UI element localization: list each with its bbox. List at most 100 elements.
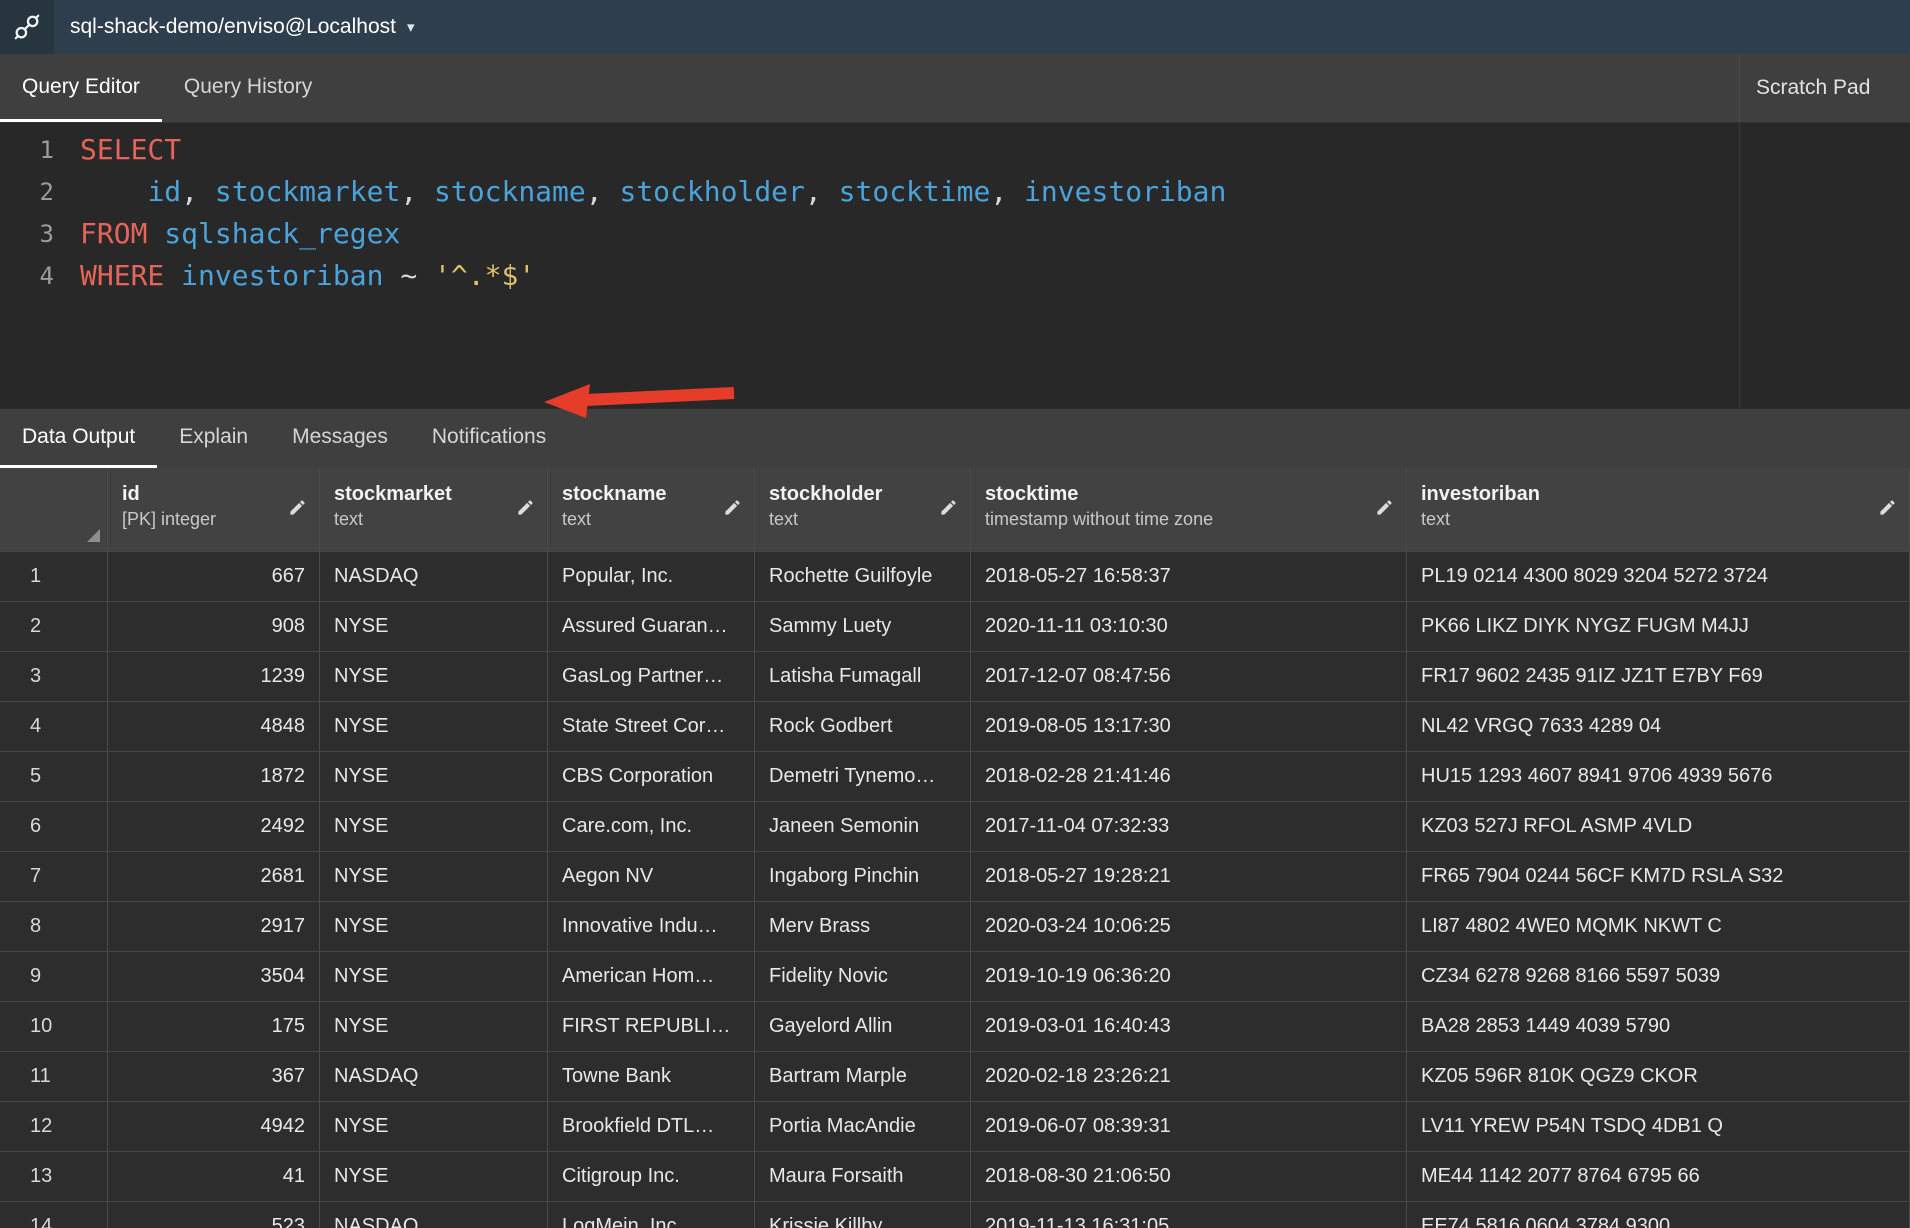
edit-pencil-icon[interactable]: [1878, 498, 1897, 522]
tab-query-editor[interactable]: Query Editor: [0, 54, 162, 122]
data-cell[interactable]: PL19 0214 4300 8029 3204 5272 3724: [1407, 552, 1910, 602]
select-all-corner[interactable]: [0, 468, 108, 552]
code-line[interactable]: id, stockmarket, stockname, stockholder,…: [80, 171, 1226, 213]
data-cell[interactable]: Ingaborg Pinchin: [755, 852, 971, 902]
data-cell[interactable]: CZ34 6278 9268 8166 5597 5039: [1407, 952, 1910, 1002]
row-number-cell[interactable]: 13: [0, 1152, 108, 1202]
tab-data-output[interactable]: Data Output: [0, 409, 157, 468]
data-cell[interactable]: Merv Brass: [755, 902, 971, 952]
tab-query-history[interactable]: Query History: [162, 54, 334, 122]
edit-pencil-icon[interactable]: [939, 498, 958, 522]
data-cell[interactable]: 2018-02-28 21:41:46: [971, 752, 1407, 802]
data-cell[interactable]: 2681: [108, 852, 320, 902]
data-cell[interactable]: KZ05 596R 810K QGZ9 CKOR: [1407, 1052, 1910, 1102]
column-header-stockname[interactable]: stocknametext: [548, 468, 755, 552]
data-cell[interactable]: 523: [108, 1202, 320, 1228]
data-cell[interactable]: PK66 LIKZ DIYK NYGZ FUGM M4JJ: [1407, 602, 1910, 652]
data-cell[interactable]: Latisha Fumagall: [755, 652, 971, 702]
data-cell[interactable]: State Street Cor…: [548, 702, 755, 752]
data-cell[interactable]: 2020-11-11 03:10:30: [971, 602, 1407, 652]
data-cell[interactable]: 2018-05-27 19:28:21: [971, 852, 1407, 902]
data-cell[interactable]: 2019-06-07 08:39:31: [971, 1102, 1407, 1152]
data-cell[interactable]: EE74 5816 0604 3784 9300: [1407, 1202, 1910, 1228]
data-cell[interactable]: 908: [108, 602, 320, 652]
data-cell[interactable]: 2017-12-07 08:47:56: [971, 652, 1407, 702]
row-number-cell[interactable]: 1: [0, 552, 108, 602]
data-cell[interactable]: 2917: [108, 902, 320, 952]
data-cell[interactable]: 2020-02-18 23:26:21: [971, 1052, 1407, 1102]
data-cell[interactable]: 4848: [108, 702, 320, 752]
data-cell[interactable]: HU15 1293 4607 8941 9706 4939 5676: [1407, 752, 1910, 802]
data-cell[interactable]: NYSE: [320, 852, 548, 902]
column-header-stockholder[interactable]: stockholdertext: [755, 468, 971, 552]
data-cell[interactable]: LV11 YREW P54N TSDQ 4DB1 Q: [1407, 1102, 1910, 1152]
data-cell[interactable]: 2017-11-04 07:32:33: [971, 802, 1407, 852]
row-number-cell[interactable]: 10: [0, 1002, 108, 1052]
data-cell[interactable]: 2019-08-05 13:17:30: [971, 702, 1407, 752]
data-cell[interactable]: 4942: [108, 1102, 320, 1152]
column-header-id[interactable]: id[PK] integer: [108, 468, 320, 552]
row-number-cell[interactable]: 5: [0, 752, 108, 802]
edit-pencil-icon[interactable]: [288, 498, 307, 522]
edit-pencil-icon[interactable]: [723, 498, 742, 522]
data-cell[interactable]: NASDAQ: [320, 552, 548, 602]
code-line[interactable]: WHERE investoriban ~ '^.*$': [80, 255, 1226, 297]
data-cell[interactable]: NYSE: [320, 1152, 548, 1202]
data-cell[interactable]: 175: [108, 1002, 320, 1052]
data-cell[interactable]: NYSE: [320, 602, 548, 652]
data-cell[interactable]: NYSE: [320, 802, 548, 852]
row-number-cell[interactable]: 14: [0, 1202, 108, 1228]
data-cell[interactable]: CBS Corporation: [548, 752, 755, 802]
connection-selector[interactable]: sql-shack-demo/enviso@Localhost ▾: [70, 15, 415, 39]
data-cell[interactable]: 2019-10-19 06:36:20: [971, 952, 1407, 1002]
column-header-stockmarket[interactable]: stockmarkettext: [320, 468, 548, 552]
data-cell[interactable]: 1872: [108, 752, 320, 802]
data-cell[interactable]: NASDAQ: [320, 1052, 548, 1102]
data-cell[interactable]: ME44 1142 2077 8764 6795 66: [1407, 1152, 1910, 1202]
data-cell[interactable]: Rochette Guilfoyle: [755, 552, 971, 602]
data-cell[interactable]: NYSE: [320, 952, 548, 1002]
data-cell[interactable]: 2019-03-01 16:40:43: [971, 1002, 1407, 1052]
data-cell[interactable]: Citigroup Inc.: [548, 1152, 755, 1202]
row-number-cell[interactable]: 12: [0, 1102, 108, 1152]
data-cell[interactable]: Aegon NV: [548, 852, 755, 902]
row-number-cell[interactable]: 7: [0, 852, 108, 902]
data-cell[interactable]: NYSE: [320, 652, 548, 702]
data-cell[interactable]: LogMein, Inc.: [548, 1202, 755, 1228]
editor-code[interactable]: SELECT id, stockmarket, stockname, stock…: [80, 123, 1226, 408]
row-number-cell[interactable]: 6: [0, 802, 108, 852]
data-cell[interactable]: 2019-11-13 16:31:05: [971, 1202, 1407, 1228]
data-cell[interactable]: Janeen Semonin: [755, 802, 971, 852]
row-number-cell[interactable]: 11: [0, 1052, 108, 1102]
row-number-cell[interactable]: 8: [0, 902, 108, 952]
column-header-investoriban[interactable]: investoribantext: [1407, 468, 1910, 552]
code-line[interactable]: SELECT: [80, 129, 1226, 171]
data-cell[interactable]: BA28 2853 1449 4039 5790: [1407, 1002, 1910, 1052]
data-cell[interactable]: 667: [108, 552, 320, 602]
data-cell[interactable]: NYSE: [320, 1002, 548, 1052]
row-number-cell[interactable]: 4: [0, 702, 108, 752]
data-cell[interactable]: Portia MacAndie: [755, 1102, 971, 1152]
data-cell[interactable]: FR65 7904 0244 56CF KM7D RSLA S32: [1407, 852, 1910, 902]
data-cell[interactable]: LI87 4802 4WE0 MQMK NKWT C: [1407, 902, 1910, 952]
data-cell[interactable]: Brookfield DTL…: [548, 1102, 755, 1152]
data-cell[interactable]: Demetri Tynemo…: [755, 752, 971, 802]
data-cell[interactable]: Bartram Marple: [755, 1052, 971, 1102]
data-cell[interactable]: FIRST REPUBLI…: [548, 1002, 755, 1052]
data-cell[interactable]: Gayelord Allin: [755, 1002, 971, 1052]
edit-pencil-icon[interactable]: [1375, 498, 1394, 522]
data-cell[interactable]: Towne Bank: [548, 1052, 755, 1102]
data-cell[interactable]: GasLog Partner…: [548, 652, 755, 702]
data-cell[interactable]: Maura Forsaith: [755, 1152, 971, 1202]
tab-explain[interactable]: Explain: [157, 409, 270, 468]
connection-icon-button[interactable]: [0, 0, 54, 54]
data-cell[interactable]: Care.com, Inc.: [548, 802, 755, 852]
data-cell[interactable]: NYSE: [320, 1102, 548, 1152]
data-cell[interactable]: American Hom…: [548, 952, 755, 1002]
data-cell[interactable]: NYSE: [320, 752, 548, 802]
code-line[interactable]: FROM sqlshack_regex: [80, 213, 1226, 255]
data-cell[interactable]: NASDAQ: [320, 1202, 548, 1228]
column-header-stocktime[interactable]: stocktimetimestamp without time zone: [971, 468, 1407, 552]
data-cell[interactable]: Assured Guaran…: [548, 602, 755, 652]
data-cell[interactable]: 2018-08-30 21:06:50: [971, 1152, 1407, 1202]
